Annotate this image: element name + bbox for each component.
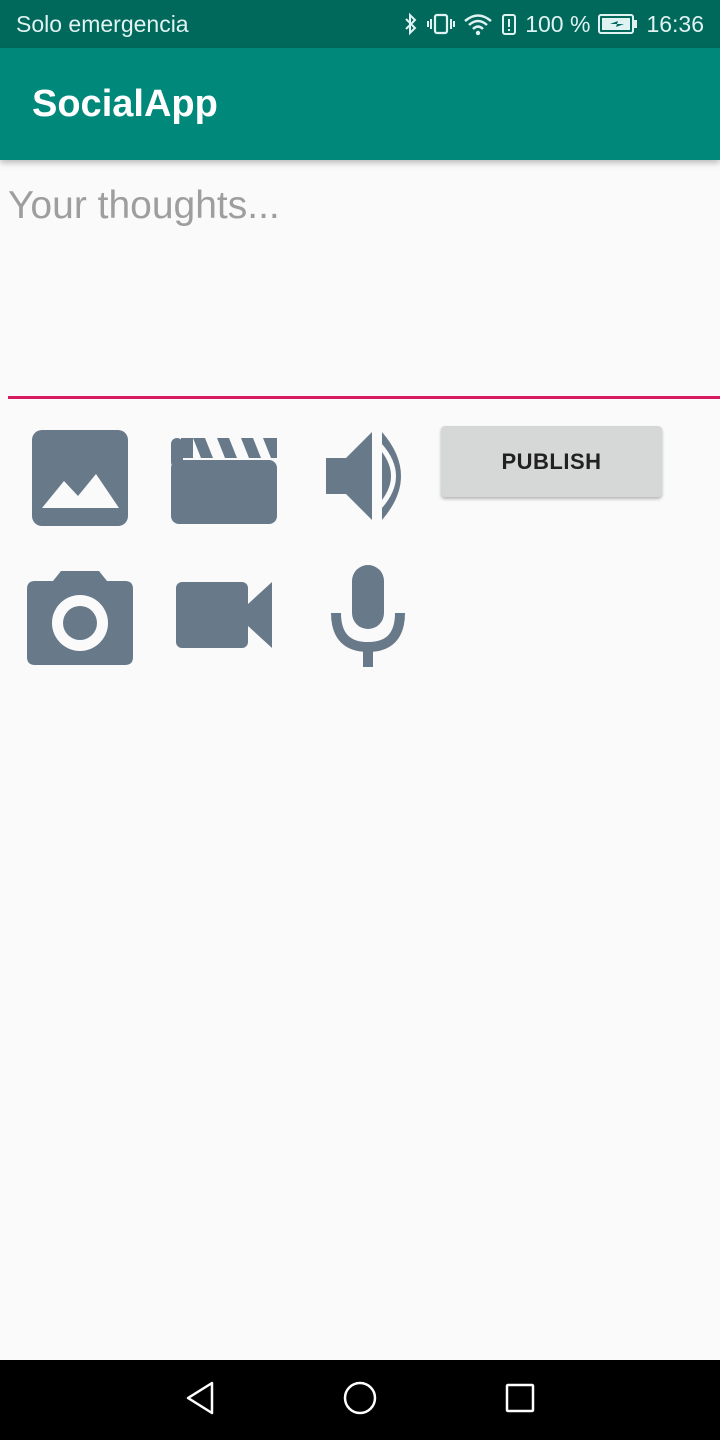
battery-alert-icon [501,12,517,36]
mic-icon [328,563,408,672]
vibrate-icon [427,12,456,36]
movie-icon [169,426,279,531]
recents-button[interactable] [500,1380,540,1420]
mic-button[interactable] [312,561,424,673]
home-icon [342,1380,378,1421]
bluetooth-icon [403,12,419,36]
back-button[interactable] [180,1380,220,1420]
publish-button[interactable]: PUBLISH [441,426,662,497]
app-bar: SocialApp [0,48,720,160]
videocam-button[interactable] [168,561,280,673]
clock: 16:36 [646,10,704,37]
recents-icon [503,1381,537,1420]
videocam-icon [174,580,274,655]
camera-button[interactable] [24,561,136,673]
wifi-icon [463,12,493,36]
battery-charging-icon [598,13,638,35]
status-bar: Solo emergencia 100 % 16:36 [0,0,720,48]
back-icon [184,1380,216,1421]
app-title: SocialApp [32,82,218,125]
movie-button[interactable] [168,422,280,534]
status-icons: 100 % 16:36 [403,11,704,38]
camera-icon [25,565,135,670]
volume-button[interactable] [312,422,424,534]
thoughts-input[interactable] [8,176,720,396]
image-icon [30,426,130,531]
battery-percent: 100 % [525,10,591,37]
home-button[interactable] [340,1380,380,1420]
image-button[interactable] [24,422,136,534]
carrier-text: Solo emergencia [16,10,189,37]
input-underline [8,396,720,399]
volume-icon [318,426,418,531]
navigation-bar [0,1360,720,1440]
